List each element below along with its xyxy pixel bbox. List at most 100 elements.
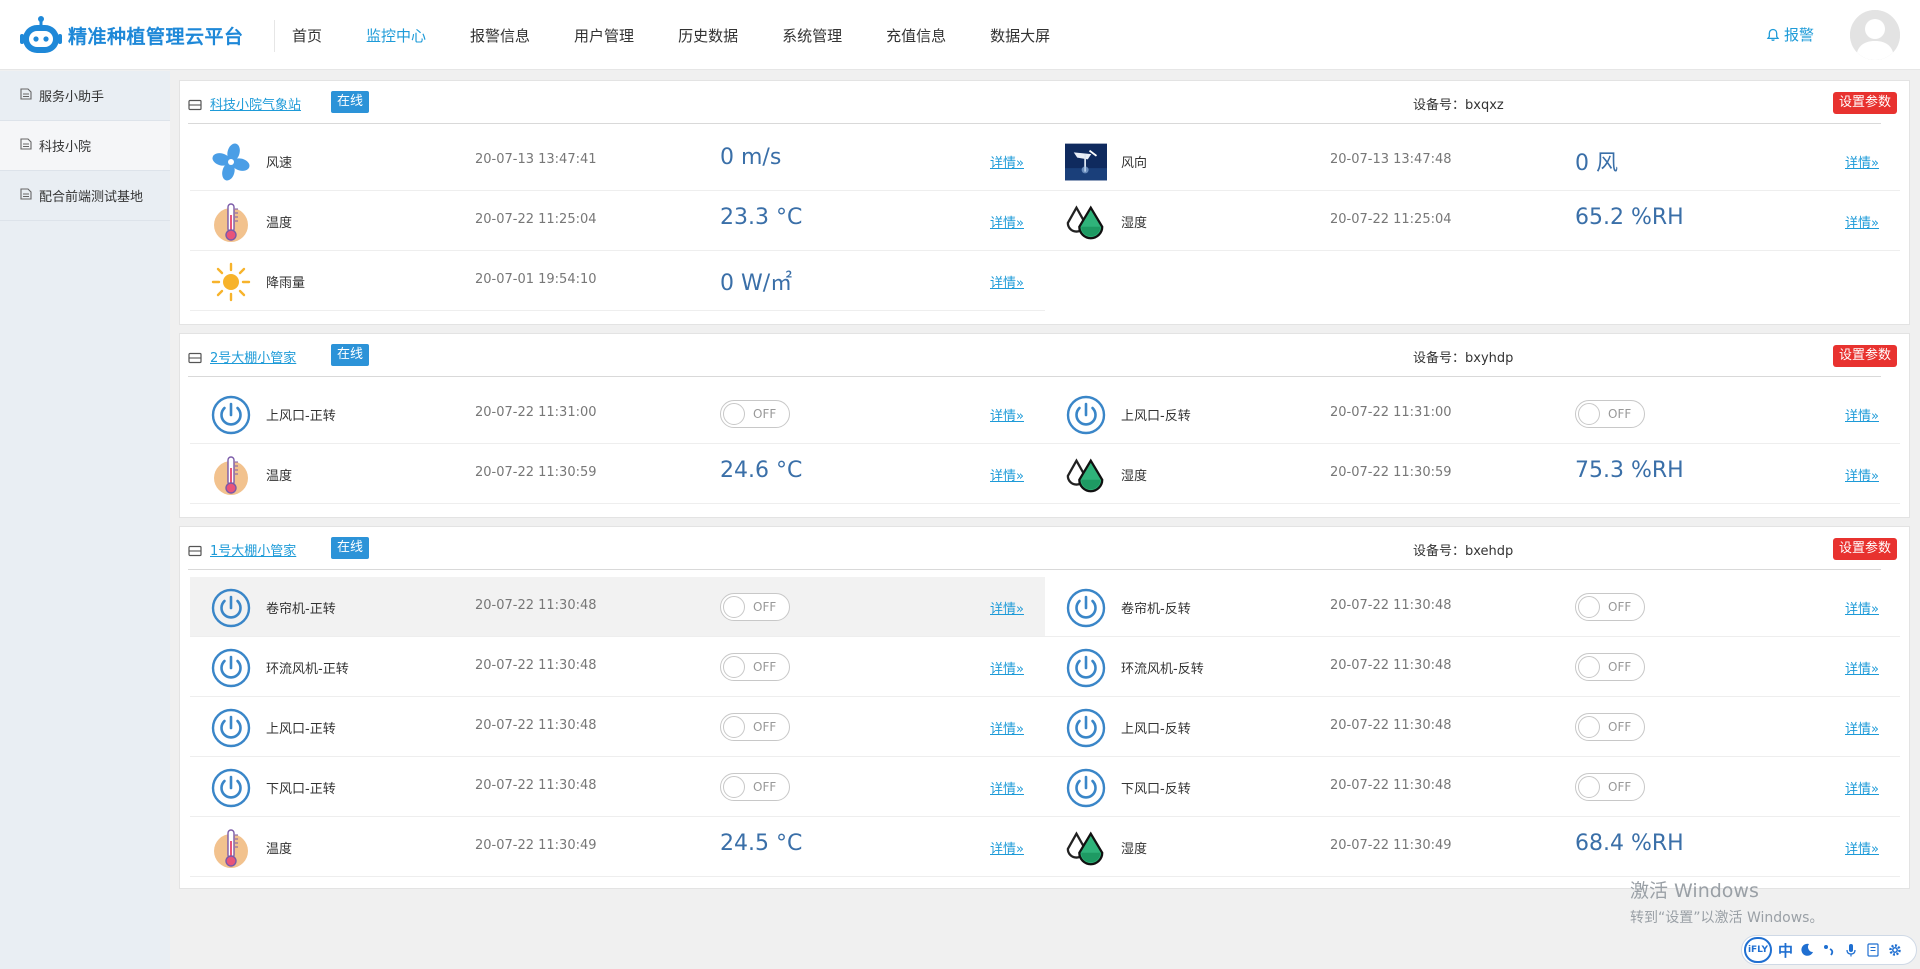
double-chevron-right-icon: »: [1016, 722, 1024, 737]
sensor-row: 上风口-正转 20-07-22 11:30:48 OFF 详情»: [190, 697, 1045, 757]
set-params-button[interactable]: 设置参数: [1832, 92, 1897, 114]
nav-item-7[interactable]: 数据大屏: [990, 25, 1050, 46]
nav-item-2[interactable]: 报警信息: [470, 25, 530, 46]
sensor-row: 卷帘机-正转 20-07-22 11:30:48 OFF 详情»: [190, 577, 1045, 637]
sidebar-item-1[interactable]: 科技小院: [0, 121, 170, 171]
nav-item-5[interactable]: 系统管理: [782, 25, 842, 46]
device-title-link[interactable]: 科技小院气象站: [210, 94, 301, 113]
off-switch[interactable]: OFF: [720, 400, 790, 428]
detail-link[interactable]: 详情»: [1845, 465, 1879, 484]
off-switch[interactable]: OFF: [720, 593, 790, 621]
double-chevron-right-icon: »: [1016, 409, 1024, 424]
detail-link[interactable]: 详情»: [990, 405, 1024, 424]
panel-header: 科技小院气象站 在线 设备号：bxqxz 设置参数: [188, 81, 1897, 124]
main-nav: 首页 监控中心 报警信息 用户管理 历史数据 系统管理 充值信息 数据大屏: [292, 0, 1094, 70]
detail-link[interactable]: 详情»: [1845, 405, 1879, 424]
nav-item-0[interactable]: 首页: [292, 25, 322, 46]
sidebar-item-2[interactable]: 配合前端测试基地: [0, 171, 170, 221]
nav-item-3[interactable]: 用户管理: [574, 25, 634, 46]
sensor-row: 湿度 20-07-22 11:30:49 68.4 %RH 详情»: [1045, 817, 1900, 877]
thermometer-icon: [210, 827, 252, 869]
switch-knob: [1578, 716, 1600, 738]
sidebar-item-label: 科技小院: [39, 140, 92, 155]
sensor-row: 下风口-反转 20-07-22 11:30:48 OFF 详情»: [1045, 757, 1900, 817]
detail-link[interactable]: 详情»: [1845, 212, 1879, 231]
detail-label: 详情: [990, 722, 1017, 737]
switch-label: OFF: [1608, 600, 1632, 614]
alarm-link[interactable]: 报警: [1766, 24, 1814, 45]
sensor-row: 下风口-正转 20-07-22 11:30:48 OFF 详情»: [190, 757, 1045, 817]
gear-icon[interactable]: [1887, 942, 1903, 958]
ifly-logo[interactable]: iFLY: [1744, 937, 1772, 963]
device-title-link[interactable]: 2号大棚小管家: [210, 347, 296, 366]
app-logo[interactable]: 精准种植管理云平台: [20, 14, 244, 56]
sensor-name: 下风口-反转: [1121, 782, 1191, 797]
sensor-name: 上风口-反转: [1121, 722, 1191, 737]
detail-link[interactable]: 详情»: [990, 598, 1024, 617]
off-switch[interactable]: OFF: [720, 713, 790, 741]
detail-link[interactable]: 详情»: [1845, 778, 1879, 797]
detail-link[interactable]: 详情»: [990, 838, 1024, 857]
sensor-time: 20-07-22 11:30:59: [1330, 465, 1452, 480]
power-icon: [1065, 394, 1107, 436]
user-avatar[interactable]: [1850, 10, 1900, 60]
sensor-value: 0 m/s: [720, 145, 782, 170]
detail-link[interactable]: 详情»: [990, 658, 1024, 677]
off-switch[interactable]: OFF: [720, 653, 790, 681]
detail-link[interactable]: 详情»: [990, 272, 1024, 291]
detail-link[interactable]: 详情»: [1845, 718, 1879, 737]
off-switch[interactable]: OFF: [1575, 773, 1645, 801]
microphone-icon[interactable]: [1843, 942, 1859, 958]
set-params-button[interactable]: 设置参数: [1832, 538, 1897, 560]
moon-icon[interactable]: [1799, 942, 1815, 958]
nav-item-6[interactable]: 充值信息: [886, 25, 946, 46]
sensor-row: 降雨量 20-07-01 19:54:10 0 W/㎡ 详情»: [190, 251, 1045, 311]
sensor-name: 湿度: [1121, 842, 1148, 857]
detail-link[interactable]: 详情»: [990, 778, 1024, 797]
detail-label: 详情: [1845, 722, 1872, 737]
off-switch[interactable]: OFF: [1575, 593, 1645, 621]
ime-mode[interactable]: 中: [1778, 940, 1793, 961]
device-number: 设备号：bxehdp: [1413, 544, 1514, 559]
switch-label: OFF: [1608, 660, 1632, 674]
sensor-value: 0 风: [1575, 151, 1618, 176]
double-chevron-right-icon: »: [1871, 782, 1879, 797]
sensor-time: 20-07-22 11:30:48: [475, 718, 597, 733]
detail-link[interactable]: 详情»: [990, 718, 1024, 737]
detail-link[interactable]: 详情»: [1845, 598, 1879, 617]
detail-label: 详情: [1845, 469, 1872, 484]
set-params-button[interactable]: 设置参数: [1832, 345, 1897, 367]
keyboard-icon[interactable]: [1865, 942, 1881, 958]
sensor-time: 20-07-22 11:30:49: [475, 838, 597, 853]
sun-icon: [210, 261, 252, 303]
off-switch[interactable]: OFF: [1575, 400, 1645, 428]
sidebar-item-label: 配合前端测试基地: [39, 190, 144, 205]
switch-label: OFF: [753, 407, 777, 421]
humidity-icon: [1065, 454, 1107, 496]
device-title-link[interactable]: 1号大棚小管家: [210, 540, 296, 559]
nav-item-4[interactable]: 历史数据: [678, 25, 738, 46]
off-switch[interactable]: OFF: [1575, 653, 1645, 681]
detail-link[interactable]: 详情»: [1845, 838, 1879, 857]
detail-link[interactable]: 详情»: [990, 152, 1024, 171]
sidebar-item-0[interactable]: 服务小助手: [0, 71, 170, 121]
detail-link[interactable]: 详情»: [1845, 152, 1879, 171]
off-switch[interactable]: OFF: [720, 773, 790, 801]
double-chevron-right-icon: »: [1871, 469, 1879, 484]
punctuation-icon[interactable]: [1821, 942, 1837, 958]
double-chevron-right-icon: »: [1016, 216, 1024, 231]
double-chevron-right-icon: »: [1871, 722, 1879, 737]
sensor-time: 20-07-22 11:30:49: [1330, 838, 1452, 853]
off-switch[interactable]: OFF: [1575, 713, 1645, 741]
nav-item-1[interactable]: 监控中心: [366, 25, 426, 46]
ime-toolbar[interactable]: iFLY 中: [1741, 935, 1917, 965]
device-icon: [188, 96, 202, 115]
status-badge: 在线: [331, 537, 370, 559]
detail-link[interactable]: 详情»: [990, 465, 1024, 484]
switch-label: OFF: [753, 660, 777, 674]
detail-link[interactable]: 详情»: [990, 212, 1024, 231]
detail-link[interactable]: 详情»: [1845, 658, 1879, 677]
device-panel: 科技小院气象站 在线 设备号：bxqxz 设置参数 风速 20-07-13 13:47:4…: [179, 80, 1910, 325]
sensor-value: 75.3 %RH: [1575, 458, 1684, 483]
detail-label: 详情: [1845, 842, 1872, 857]
